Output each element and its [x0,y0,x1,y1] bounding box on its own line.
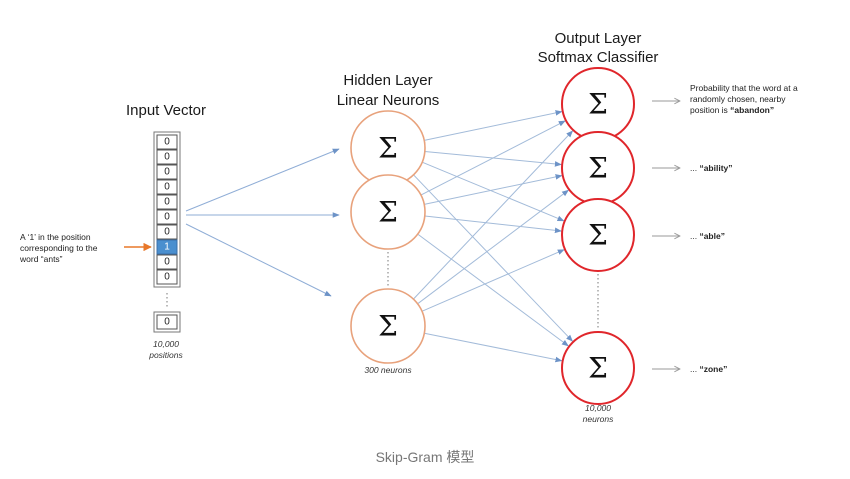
output-neuron: Σ [561,331,635,405]
input-cell-value: 0 [164,152,170,163]
connection-hidden-2-to-output-2 [424,174,563,205]
connection-hidden-2-to-output-3 [424,215,562,234]
output-label-line: randomly chosen, nearby [690,94,786,104]
output-labels: Probability that the word at a randomly … [652,83,798,374]
output-label-prefix: position is [690,105,730,115]
input-cell: 0 [156,194,178,210]
output-layer-title: Output Layer [555,30,642,47]
output-label-prefix: ... [690,364,699,374]
sigma-symbol: Σ [588,352,608,385]
annotation-line: A ‘1’ in the position [20,232,91,242]
output-label-line: position is “abandon” [690,105,774,115]
hidden-layer-subtitle: Linear Neurons [337,92,440,109]
hidden-size-label: 300 neurons [364,365,412,375]
figure-caption: Skip-Gram 模型 [376,449,475,465]
input-cell-value: 0 [164,257,170,268]
input-cell-value: 0 [164,182,170,193]
connection-hidden-1-to-output-4 [413,174,573,342]
connection-hidden-3-to-output-3 [421,249,565,312]
output-layer-subtitle: Softmax Classifier [538,49,659,66]
input-size-unit: positions [148,350,183,360]
connection-hidden-2-to-output-1 [420,120,566,196]
input-cell: 0 [156,254,178,270]
output-label-word: “zone” [699,364,727,374]
output-neuron: Σ [561,67,635,141]
hidden-layer-title: Hidden Layer [343,72,432,89]
output-size-unit: neurons [583,414,614,424]
hidden-neuron: Σ [350,288,426,364]
sigma-symbol: Σ [588,219,608,252]
output-label-word: “able” [699,231,725,241]
one-hot-annotation: A ‘1’ in the position corresponding to t… [19,232,152,264]
input-cell-value-active: 1 [164,242,170,253]
hidden-neuron: Σ [350,110,426,186]
output-size-count: 10,000 [585,403,611,413]
input-cell-value: 0 [164,317,170,328]
input-cell-value: 0 [164,167,170,178]
input-cell: 0 [156,149,178,165]
output-label: ... “ability” [690,163,733,173]
output-label-word: “abandon” [730,105,774,115]
connection-hidden-1-to-output-1 [424,110,563,141]
input-cell-value: 0 [164,137,170,148]
annotation-line: corresponding to the [20,243,98,253]
input-cell-value: 0 [164,227,170,238]
hidden-to-output-connections [413,110,574,363]
output-label-line: Probability that the word at a [690,83,798,93]
connection-hidden-1-to-output-3 [422,161,565,222]
sigma-symbol: Σ [588,152,608,185]
sigma-symbol: Σ [588,88,608,121]
hidden-neuron: Σ [350,174,426,250]
connection-hidden-3-to-output-2 [417,189,569,305]
input-vector-title: Input Vector [126,102,206,119]
sigma-symbol: Σ [378,310,398,343]
output-label-prefix: ... [690,231,699,241]
input-cell-last: 0 [156,314,178,330]
input-size-count: 10,000 [153,339,179,349]
input-cell: 0 [156,134,178,150]
input-cell-value: 0 [164,197,170,208]
output-neuron: Σ [561,131,635,205]
sigma-symbol: Σ [378,196,398,229]
input-cell: 0 [156,209,178,225]
input-cell: 0 [156,224,178,240]
skip-gram-diagram: Input Vector Hidden Layer Linear Neurons… [19,30,798,465]
sigma-symbol: Σ [378,132,398,165]
output-neuron: Σ [561,198,635,272]
input-arrow-to-hidden-3 [185,223,332,297]
input-cell: 0 [156,164,178,180]
output-label-prefix: ... [690,163,699,173]
input-cell-active: 1 [156,239,178,255]
connection-hidden-3-to-output-4 [424,332,563,363]
annotation-line: word “ants” [19,254,63,264]
input-cell-value: 0 [164,212,170,223]
input-arrow-to-hidden-1 [185,148,340,212]
input-to-hidden-arrows [185,148,340,297]
input-cell-value: 0 [164,272,170,283]
input-vector: 0 0 0 0 0 0 0 1 0 0 0 10,000 positions [148,131,184,360]
connection-hidden-2-to-output-4 [417,233,569,347]
hidden-layer: Σ Σ Σ 300 neurons [350,110,426,375]
input-cell: 0 [156,269,178,285]
output-label: ... “able” [690,231,725,241]
input-cell: 0 [156,179,178,195]
output-label: ... “zone” [690,364,727,374]
output-label-word: “ability” [699,163,732,173]
output-layer: Σ Σ Σ Σ 10,000 neurons [561,67,635,424]
